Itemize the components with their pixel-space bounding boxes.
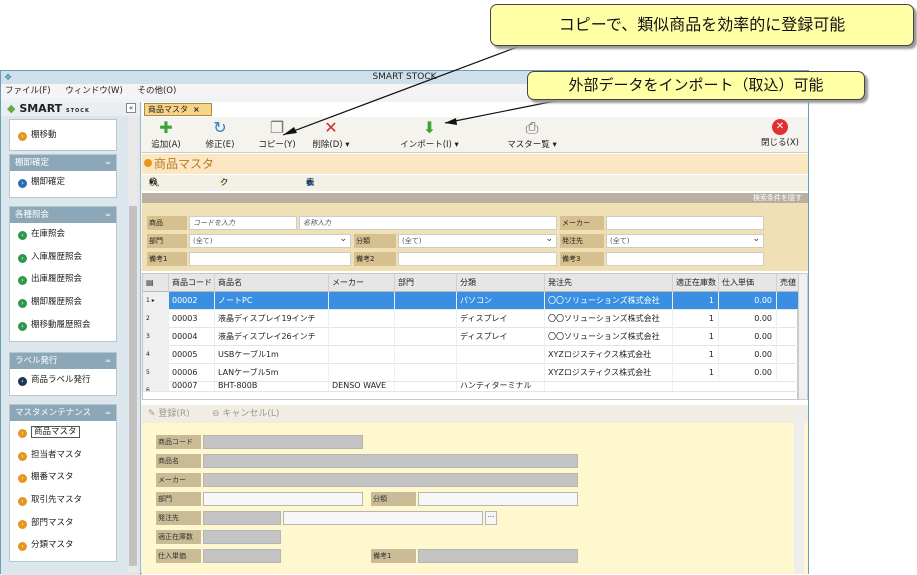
copy-arrowhead [283,127,297,135]
import-callout: 外部データをインポート（取込）可能 [527,71,865,100]
import-arrow [444,99,561,124]
copy-callout: コピーで、類似商品を効率的に登録可能 [490,4,914,46]
import-arrowhead [445,118,457,125]
copy-arrow [282,45,521,136]
